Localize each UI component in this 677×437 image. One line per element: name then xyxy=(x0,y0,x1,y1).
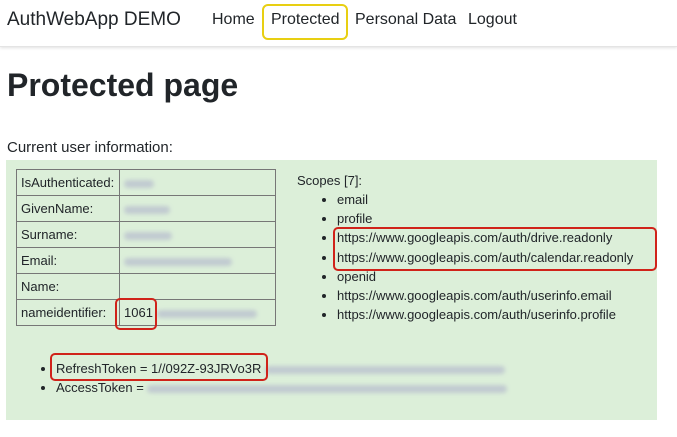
current-user-info-label: Current user information: xyxy=(7,139,173,156)
redacted-value xyxy=(124,231,172,240)
scope-item: email xyxy=(337,190,633,209)
scopes-annotation-box xyxy=(333,227,657,271)
claim-row-isauthenticated: IsAuthenticated: xyxy=(16,169,276,196)
page-title: Protected page xyxy=(7,67,239,103)
claim-row-email: Email: xyxy=(16,247,276,274)
claim-value-redacted xyxy=(119,195,276,222)
claim-key: nameidentifier: xyxy=(16,299,120,326)
redacted-value xyxy=(124,257,232,266)
redacted-value xyxy=(156,309,257,318)
claim-key: GivenName: xyxy=(16,195,120,222)
protected-highlight-box xyxy=(262,4,348,40)
scopes-title: Scopes [7]: xyxy=(297,173,363,188)
claim-key: Name: xyxy=(16,273,120,300)
brand-logo[interactable]: AuthWebApp DEMO xyxy=(7,9,181,31)
access-token-label: AccessToken = xyxy=(56,380,148,395)
redacted-value xyxy=(124,205,170,214)
claim-value-redacted xyxy=(119,221,276,248)
claim-row-name: Name: xyxy=(16,273,276,300)
nav-link-personal-data[interactable]: Personal Data xyxy=(355,11,456,29)
redacted-value xyxy=(124,179,154,188)
nav-link-logout[interactable]: Logout xyxy=(468,11,517,29)
scope-item: https://www.googleapis.com/auth/userinfo… xyxy=(337,305,633,324)
claim-value-redacted xyxy=(119,247,276,274)
nav-link-home[interactable]: Home xyxy=(212,11,255,29)
redacted-value xyxy=(147,384,508,393)
claim-key: IsAuthenticated: xyxy=(16,169,120,196)
refresh-token-annotation-box xyxy=(50,353,268,381)
redacted-value xyxy=(264,365,505,374)
claim-value-redacted xyxy=(119,169,276,196)
scope-item: https://www.googleapis.com/auth/userinfo… xyxy=(337,286,633,305)
scope-item: profile xyxy=(337,209,633,228)
claim-row-givenname: GivenName: xyxy=(16,195,276,222)
claim-key: Surname: xyxy=(16,221,120,248)
claim-key: Email: xyxy=(16,247,120,274)
claim-row-surname: Surname: xyxy=(16,221,276,248)
nameidentifier-annotation-box xyxy=(115,298,157,330)
claim-value xyxy=(119,273,276,300)
